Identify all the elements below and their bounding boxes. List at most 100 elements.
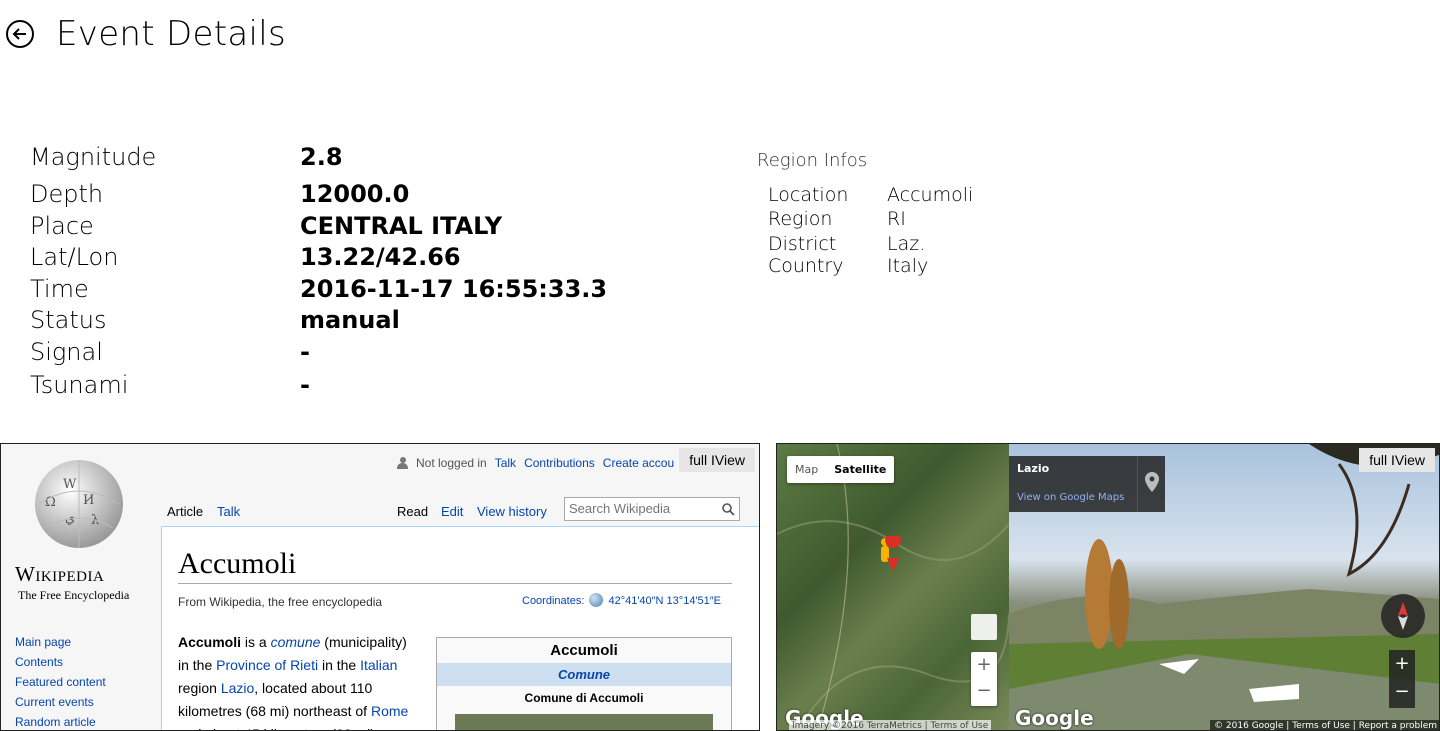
imagery-credit: Imagery ©2016 TerraMetrics — [792, 721, 922, 731]
lazio-link[interactable]: Lazio — [221, 680, 254, 696]
region-label: Region — [768, 208, 833, 230]
region-label: District — [768, 233, 837, 255]
location-pin-icon[interactable] — [1145, 472, 1159, 492]
infobox-type[interactable]: Comune — [437, 663, 731, 686]
terms-link-right[interactable]: Terms of Use — [1292, 721, 1350, 730]
region-heading: Region Infos — [757, 150, 868, 171]
compass-icon[interactable] — [1381, 594, 1425, 638]
google-logo-right: Google — [1015, 706, 1094, 730]
region-value: Laz. — [887, 233, 926, 255]
pegman-marker-icon[interactable] — [875, 536, 905, 586]
svg-text:W: W — [63, 477, 77, 492]
street-view-address-card: Lazio View on Google Maps — [1009, 456, 1165, 512]
report-problem-link[interactable]: Report a problem — [1359, 721, 1437, 730]
wiki-search-input[interactable] — [565, 498, 715, 518]
article-text: , located about 110 — [254, 680, 373, 696]
wiki-search-box[interactable] — [564, 497, 740, 521]
street-zoom-in-button[interactable]: + — [1389, 650, 1415, 678]
article-text: (municipality) — [320, 634, 407, 650]
article-bold-name: Accumoli — [178, 634, 242, 650]
map-zoom-out-button[interactable]: − — [971, 678, 997, 704]
article-text: is a — [241, 634, 271, 650]
rome-link[interactable]: Rome — [371, 703, 408, 719]
detail-value: 2016-11-17 16:55:33.3 — [300, 275, 608, 303]
article-text: region — [178, 680, 221, 696]
detail-value: - — [300, 338, 310, 366]
coordinates-label[interactable]: Coordinates: — [522, 595, 584, 607]
article-content: Accumoli From Wikipedia, the free encycl… — [161, 526, 759, 730]
tab-read[interactable]: Read — [397, 504, 428, 519]
personal-talk-link[interactable]: Talk — [495, 456, 516, 470]
satellite-map[interactable]: Map Satellite + − Google Imagery ©2016 T… — [777, 444, 1009, 731]
region-value: Italy — [887, 255, 929, 277]
wikipedia-globe-icon[interactable]: WΩИيλ — [25, 458, 133, 558]
street-zoom-out-button[interactable]: − — [1389, 678, 1415, 706]
tab-view-history[interactable]: View history — [477, 504, 547, 519]
terms-link-left[interactable]: Terms of Use — [931, 721, 989, 730]
region-label: Location — [768, 184, 849, 206]
search-icon[interactable] — [722, 503, 735, 516]
detail-value: 2.8 — [300, 143, 343, 171]
wiki-full-view-button[interactable]: full IView — [679, 448, 755, 472]
region-label: Country — [768, 255, 844, 277]
article-title: Accumoli — [178, 547, 297, 580]
contributions-link[interactable]: Contributions — [524, 456, 595, 470]
wikipedia-tagline: The Free Encyclopedia — [18, 588, 130, 602]
region-value: Accumoli — [887, 184, 974, 206]
infobox: Accumoli Comune Comune di Accumoli — [436, 637, 732, 730]
detail-value: manual — [300, 306, 400, 334]
wikipedia-wordmark: Wikipedia — [15, 562, 105, 586]
detail-label: Signal — [30, 338, 103, 366]
infobox-image[interactable] — [455, 714, 713, 730]
nav-main-page[interactable]: Main page — [15, 632, 106, 652]
map-full-view-button[interactable]: full IView — [1359, 448, 1435, 472]
infobox-name: Comune di Accumoli — [524, 691, 644, 705]
nav-featured-content[interactable]: Featured content — [15, 672, 106, 692]
tab-article[interactable]: Article — [167, 504, 203, 519]
comune-link[interactable]: comune — [271, 634, 321, 650]
article-subtitle: From Wikipedia, the free encyclopedia — [178, 595, 383, 609]
detail-label: Place — [30, 212, 94, 240]
tab-edit[interactable]: Edit — [441, 504, 463, 519]
article-text: in the — [318, 657, 361, 673]
svg-text:И: И — [83, 493, 94, 508]
map-type-map-button[interactable]: Map — [787, 456, 826, 483]
detail-label: Status — [30, 306, 107, 334]
detail-label: Magnitude — [30, 143, 157, 171]
street-view-panorama[interactable]: Lazio View on Google Maps + − Google © 2… — [1009, 444, 1439, 731]
article-text: in the — [178, 657, 217, 673]
back-arrow-icon — [12, 28, 26, 40]
page-title: Event Details — [56, 14, 286, 54]
create-account-link[interactable]: Create accou — [603, 456, 674, 470]
region-value: RI — [887, 208, 906, 230]
user-icon — [397, 457, 408, 469]
map-zoom-in-button[interactable]: + — [971, 652, 997, 678]
detail-label: Time — [30, 275, 89, 303]
article-text: and about 45 kilometres (28 mi) — [178, 723, 428, 730]
nav-current-events[interactable]: Current events — [15, 692, 106, 712]
province-link[interactable]: Province of Rieti — [216, 657, 318, 673]
infobox-title: Accumoli — [550, 642, 618, 659]
coordinates-value[interactable]: 42°41′40″N 13°14′51″E — [609, 595, 721, 607]
detail-label: Lat/Lon — [30, 243, 119, 271]
copyright-text: © 2016 Google — [1214, 721, 1284, 731]
not-logged-in-text: Not logged in — [416, 456, 487, 470]
street-view-pegman-button[interactable] — [971, 614, 997, 640]
wikipedia-webview[interactable]: WΩИيλ Wikipedia The Free Encyclopedia Ma… — [0, 443, 760, 731]
tab-talk[interactable]: Talk — [217, 504, 240, 519]
view-on-google-maps-link[interactable]: View on Google Maps — [1017, 492, 1124, 503]
globe-icon[interactable] — [589, 593, 604, 607]
italian-link[interactable]: Italian — [360, 657, 397, 673]
map-type-satellite-button[interactable]: Satellite — [826, 456, 894, 483]
map-webview[interactable]: Map Satellite + − Google Imagery ©2016 T… — [776, 443, 1440, 731]
detail-label: Tsunami — [30, 371, 129, 399]
detail-value: 13.22/42.66 — [300, 243, 461, 271]
detail-value: 12000.0 — [300, 180, 410, 208]
detail-value: CENTRAL ITALY — [300, 212, 503, 240]
back-button[interactable] — [6, 20, 34, 48]
detail-value: - — [300, 371, 310, 399]
article-text: kilometres (68 mi) northeast of — [178, 703, 371, 719]
nav-random-article[interactable]: Random article — [15, 712, 106, 730]
nav-contents[interactable]: Contents — [15, 652, 106, 672]
detail-label: Depth — [30, 180, 104, 208]
